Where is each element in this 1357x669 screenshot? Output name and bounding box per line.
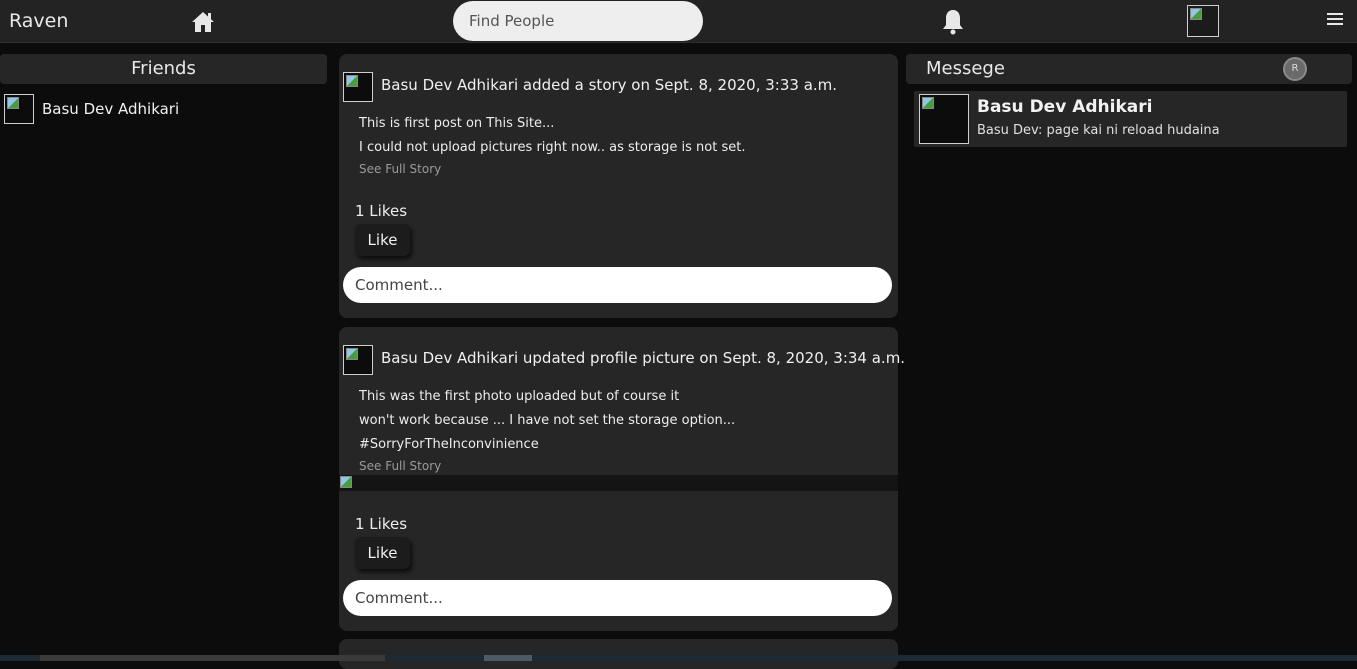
messages-title: Messege (926, 58, 1005, 79)
like-button[interactable]: Like (355, 224, 410, 256)
horizontal-scrollbar[interactable] (0, 655, 1357, 661)
bell-icon[interactable] (941, 8, 965, 35)
likes-count: 1 Likes (355, 202, 408, 220)
top-navbar: Raven (0, 0, 1357, 43)
scrollbar-thumb[interactable] (484, 655, 532, 661)
search-input[interactable] (453, 1, 703, 41)
post-card (339, 639, 898, 669)
messages-header: Messege R (906, 54, 1352, 84)
comment-input[interactable] (343, 580, 892, 616)
profile-avatar[interactable] (1187, 5, 1219, 37)
home-icon[interactable] (190, 9, 216, 35)
see-full-story-link[interactable]: See Full Story (359, 459, 441, 473)
post-card: Basu Dev Adhikari added a story on Sept.… (339, 54, 898, 318)
message-preview: Basu Dev: page kai ni reload hudaina (977, 123, 1220, 138)
message-avatar (919, 94, 969, 144)
brand-logo[interactable]: Raven (9, 10, 68, 32)
menu-icon[interactable] (1327, 13, 1343, 27)
post-text-line: This is first post on This Site... (359, 116, 555, 131)
post-text-line: won't work because ... I have not set th… (359, 413, 736, 428)
post-title: Basu Dev Adhikari added a story on Sept.… (381, 76, 838, 94)
post-title: Basu Dev Adhikari updated profile pictur… (381, 349, 906, 367)
post-text-line: #SorryForTheInconvinience (359, 437, 539, 452)
comment-input[interactable] (343, 267, 892, 303)
friend-name: Basu Dev Adhikari (42, 100, 180, 118)
like-button[interactable]: Like (355, 537, 410, 569)
post-author-avatar[interactable] (343, 72, 373, 102)
likes-count: 1 Likes (355, 515, 408, 533)
post-text-line: I could not upload pictures right now.. … (359, 140, 746, 155)
see-full-story-link[interactable]: See Full Story (359, 162, 441, 176)
registered-icon: R (1283, 57, 1307, 81)
post-image[interactable] (339, 475, 898, 491)
broken-image-icon (339, 475, 355, 491)
message-sender: Basu Dev Adhikari (977, 97, 1153, 117)
message-item[interactable]: Basu Dev Adhikari Basu Dev: page kai ni … (914, 91, 1347, 147)
friends-header: Friends (0, 54, 327, 84)
scrollbar-segment (40, 655, 385, 661)
post-card: Basu Dev Adhikari updated profile pictur… (339, 327, 905, 631)
friend-avatar (4, 94, 34, 124)
post-text-line: This was the first photo uploaded but of… (359, 389, 680, 404)
post-author-avatar[interactable] (343, 345, 373, 375)
friend-item[interactable]: Basu Dev Adhikari (4, 94, 179, 124)
